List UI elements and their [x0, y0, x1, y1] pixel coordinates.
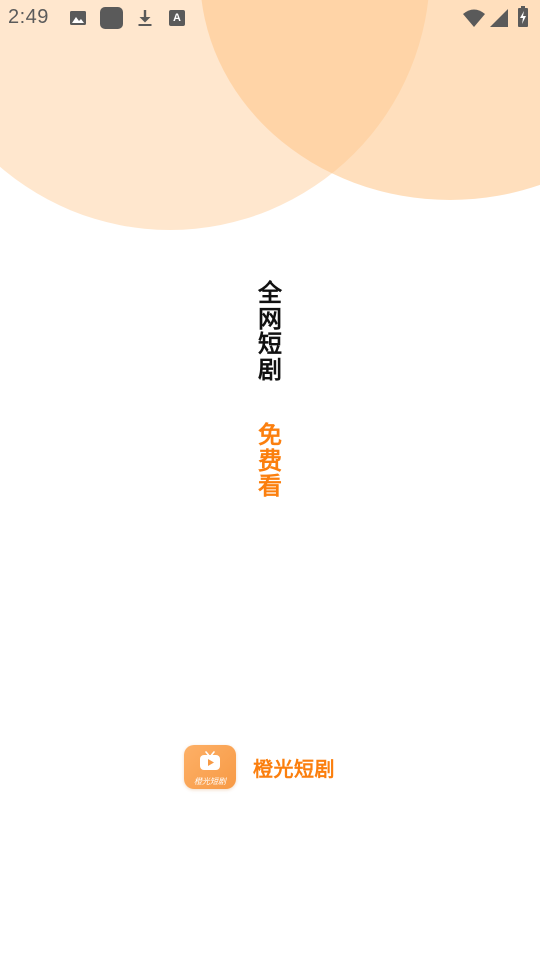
signal-icon — [489, 8, 509, 28]
font-icon: A — [169, 10, 185, 26]
slogan-char: 剧 — [258, 355, 282, 384]
app-logo-caption: 橙光短剧 — [194, 777, 226, 786]
slogan-char: 费 — [258, 446, 282, 475]
splash-screen: 2:49 A 全 网 短 剧 免 费 看 橙光短剧 橙光短剧 — [0, 0, 540, 960]
slogan-char: 全 — [258, 279, 282, 307]
wifi-icon — [462, 8, 486, 28]
slogan-line-accent: 免 费 看 — [251, 421, 289, 500]
app-name: 橙光短剧 — [253, 756, 335, 781]
status-time: 2:49 — [8, 6, 49, 28]
slogan-char: 免 — [258, 421, 282, 449]
status-bar: 2:49 A — [0, 0, 540, 36]
app-square-icon — [100, 7, 123, 29]
slogan-char: 短 — [258, 330, 282, 358]
image-icon — [68, 8, 88, 28]
brand-lockup: 橙光短剧 橙光短剧 — [184, 745, 335, 789]
download-icon — [135, 8, 155, 28]
tv-play-icon — [200, 751, 220, 770]
app-logo: 橙光短剧 — [184, 745, 236, 789]
slogan-char: 看 — [258, 472, 282, 500]
slogan-char: 网 — [258, 304, 282, 333]
battery-charging-icon — [517, 6, 529, 28]
slogan-line-primary: 全 网 短 剧 — [251, 279, 289, 384]
